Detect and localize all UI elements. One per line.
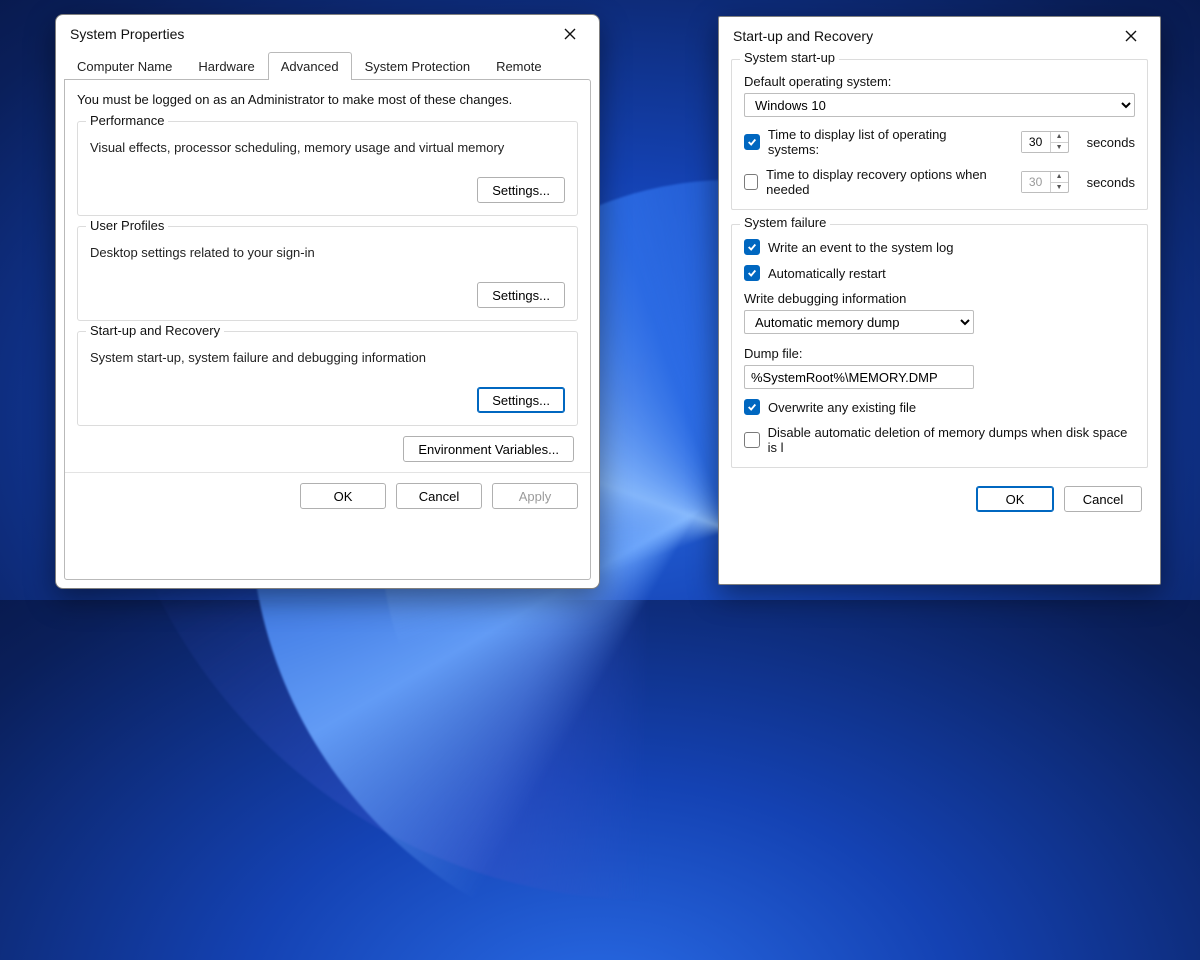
auto-restart-checkbox[interactable] xyxy=(744,265,760,281)
spinner-up-icon[interactable]: ▲ xyxy=(1051,172,1068,183)
time-list-row: Time to display list of operating system… xyxy=(744,127,1135,157)
spinner-down-icon[interactable]: ▼ xyxy=(1051,143,1068,153)
time-recovery-checkbox[interactable] xyxy=(744,174,758,190)
time-list-spinner[interactable]: ▲▼ xyxy=(1021,131,1069,153)
advanced-tab-panel: You must be logged on as an Administrato… xyxy=(64,79,591,580)
time-recovery-spinner[interactable]: ▲▼ xyxy=(1021,171,1069,193)
spinner-down-icon[interactable]: ▼ xyxy=(1051,183,1068,193)
overwrite-label: Overwrite any existing file xyxy=(768,400,916,415)
write-event-row: Write an event to the system log xyxy=(744,239,1135,255)
close-icon xyxy=(1125,30,1137,42)
performance-legend: Performance xyxy=(86,113,168,128)
overwrite-row: Overwrite any existing file xyxy=(744,399,1135,415)
time-list-value[interactable] xyxy=(1022,132,1050,152)
tabstrip: Computer Name Hardware Advanced System P… xyxy=(56,51,599,79)
close-button[interactable] xyxy=(555,19,585,49)
spinner-up-icon[interactable]: ▲ xyxy=(1051,132,1068,143)
write-debug-select[interactable]: Automatic memory dump xyxy=(744,310,974,334)
user-profiles-legend: User Profiles xyxy=(86,218,168,233)
environment-variables-button[interactable]: Environment Variables... xyxy=(403,436,574,462)
time-list-unit: seconds xyxy=(1087,135,1135,150)
write-event-label: Write an event to the system log xyxy=(768,240,953,255)
close-icon xyxy=(564,28,576,40)
disable-auto-delete-checkbox[interactable] xyxy=(744,432,760,448)
system-failure-group: System failure Write an event to the sys… xyxy=(731,224,1148,468)
user-profiles-group: User Profiles Desktop settings related t… xyxy=(77,226,578,321)
dialog-footer: OK Cancel xyxy=(719,482,1160,524)
ok-button[interactable]: OK xyxy=(300,483,386,509)
dump-file-label: Dump file: xyxy=(744,346,1135,361)
window-title: System Properties xyxy=(70,26,184,42)
startup-recovery-legend: Start-up and Recovery xyxy=(86,323,224,338)
startup-recovery-window: Start-up and Recovery System start-up De… xyxy=(718,16,1161,585)
titlebar: System Properties xyxy=(56,15,599,53)
performance-desc: Visual effects, processor scheduling, me… xyxy=(90,140,565,155)
performance-group: Performance Visual effects, processor sc… xyxy=(77,121,578,216)
performance-settings-button[interactable]: Settings... xyxy=(477,177,565,203)
time-recovery-unit: seconds xyxy=(1087,175,1135,190)
tab-advanced[interactable]: Advanced xyxy=(268,52,352,80)
cancel-button[interactable]: Cancel xyxy=(1064,486,1142,512)
startup-recovery-desc: System start-up, system failure and debu… xyxy=(90,350,565,365)
write-event-checkbox[interactable] xyxy=(744,239,760,255)
dialog-footer: OK Cancel Apply xyxy=(65,472,590,509)
default-os-label: Default operating system: xyxy=(744,74,1135,89)
apply-button[interactable]: Apply xyxy=(492,483,578,509)
dump-file-input[interactable] xyxy=(744,365,974,389)
time-recovery-label: Time to display recovery options when ne… xyxy=(766,167,998,197)
tab-hardware[interactable]: Hardware xyxy=(185,52,267,80)
tab-remote[interactable]: Remote xyxy=(483,52,555,80)
user-profiles-desc: Desktop settings related to your sign-in xyxy=(90,245,565,260)
time-recovery-value[interactable] xyxy=(1022,172,1050,192)
system-startup-group: System start-up Default operating system… xyxy=(731,59,1148,210)
disable-auto-delete-label: Disable automatic deletion of memory dum… xyxy=(768,425,1135,455)
time-recovery-row: Time to display recovery options when ne… xyxy=(744,167,1135,197)
system-failure-legend: System failure xyxy=(740,215,830,230)
overwrite-checkbox[interactable] xyxy=(744,399,760,415)
ok-button[interactable]: OK xyxy=(976,486,1054,512)
auto-restart-label: Automatically restart xyxy=(768,266,886,281)
tab-system-protection[interactable]: System Protection xyxy=(352,52,484,80)
time-list-checkbox[interactable] xyxy=(744,134,760,150)
tab-computer-name[interactable]: Computer Name xyxy=(64,52,185,80)
system-startup-legend: System start-up xyxy=(740,50,839,65)
time-list-label: Time to display list of operating system… xyxy=(768,127,999,157)
auto-restart-row: Automatically restart xyxy=(744,265,1135,281)
write-debug-label: Write debugging information xyxy=(744,291,1135,306)
window-title: Start-up and Recovery xyxy=(733,28,873,44)
default-os-select[interactable]: Windows 10 xyxy=(744,93,1135,117)
admin-notice: You must be logged on as an Administrato… xyxy=(77,90,578,111)
system-properties-window: System Properties Computer Name Hardware… xyxy=(55,14,600,589)
user-profiles-settings-button[interactable]: Settings... xyxy=(477,282,565,308)
close-button[interactable] xyxy=(1116,21,1146,51)
startup-recovery-group: Start-up and Recovery System start-up, s… xyxy=(77,331,578,426)
cancel-button[interactable]: Cancel xyxy=(396,483,482,509)
disable-auto-delete-row: Disable automatic deletion of memory dum… xyxy=(744,425,1135,455)
startup-recovery-settings-button[interactable]: Settings... xyxy=(477,387,565,413)
